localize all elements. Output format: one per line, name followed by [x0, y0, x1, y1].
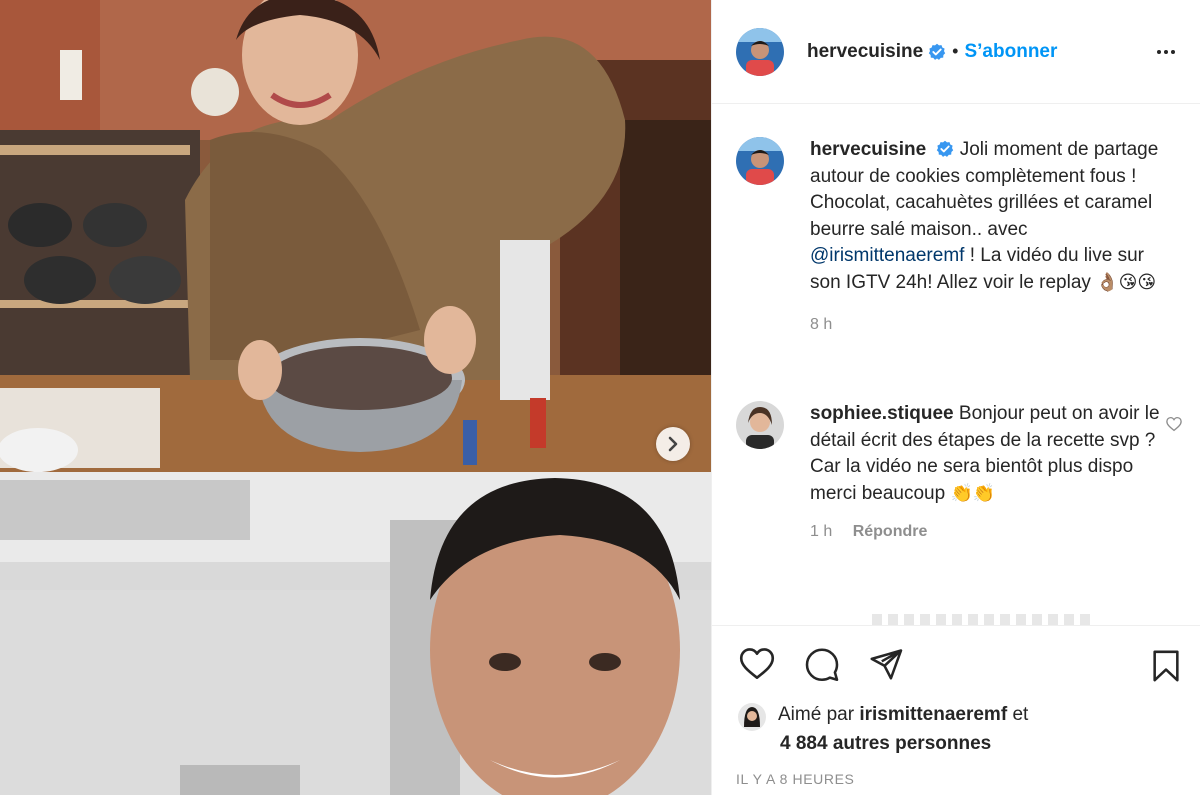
post-sidebar: hervecuisine • S’abonner hervecuisine Jo… [711, 0, 1200, 795]
follow-button[interactable]: S’abonner [964, 41, 1057, 63]
post-actions: Aimé par irismittenaeremf et 4 884 autre… [712, 625, 1200, 795]
verified-badge-icon [928, 43, 946, 60]
comment-item: sophiee.stiquee Bonjour peut on avoir le… [736, 401, 1182, 541]
comment-bubble-icon[interactable] [804, 646, 840, 682]
liker-avatar[interactable] [738, 703, 766, 731]
action-buttons [738, 646, 904, 682]
commenter-username[interactable]: sophiee.stiquee [810, 403, 954, 424]
caption-emojis: 👌🏽😘😘 [1096, 271, 1157, 293]
post-media[interactable] [0, 0, 711, 795]
likes-line: Aimé par irismittenaeremf et [778, 700, 1028, 729]
header-separator: • [952, 41, 959, 61]
like-heart-icon[interactable] [738, 646, 776, 680]
author-avatar[interactable] [736, 27, 784, 76]
load-more-comments-fade[interactable] [872, 614, 1092, 625]
liked-by-prefix: Aimé par [778, 704, 855, 725]
commenter-avatar[interactable] [736, 401, 784, 449]
comments-list[interactable]: hervecuisine Joli moment de partage auto… [712, 105, 1200, 625]
likes-summary: Aimé par irismittenaeremf et 4 884 autre… [738, 700, 1028, 758]
more-options-button[interactable] [1154, 40, 1178, 64]
more-dot [1157, 50, 1161, 54]
caption-mention-link[interactable]: @irismittenaeremf [810, 245, 964, 266]
caption-age[interactable]: 8 h [810, 316, 832, 333]
post-timestamp[interactable]: IL Y A 8 HEURES [736, 771, 854, 787]
save-bookmark-icon[interactable] [1149, 648, 1183, 684]
chevron-right-icon [668, 436, 678, 452]
comment-age[interactable]: 1 h [810, 523, 832, 540]
liked-by-joiner: et [1012, 704, 1029, 725]
like-comment-heart-icon[interactable] [1165, 415, 1183, 433]
more-dot [1171, 50, 1175, 54]
post-header: hervecuisine • S’abonner [712, 0, 1200, 104]
next-slide-button[interactable] [656, 427, 690, 461]
post-caption: hervecuisine Joli moment de partage auto… [736, 137, 1176, 334]
caption-author-avatar[interactable] [736, 137, 784, 185]
comment-text: sophiee.stiquee Bonjour peut on avoir le… [810, 401, 1176, 507]
share-paper-plane-icon[interactable] [868, 646, 904, 682]
likes-count[interactable]: 4 884 autres personnes [780, 729, 1028, 758]
comment-meta: 1 h Répondre [810, 523, 1176, 541]
liker-username[interactable]: irismittenaeremf [859, 704, 1007, 725]
verified-badge-icon [937, 140, 954, 157]
author-username[interactable]: hervecuisine [807, 41, 923, 63]
comment-emojis: 👏👏 [950, 482, 996, 504]
caption-username[interactable]: hervecuisine [810, 139, 926, 160]
video-frame [0, 0, 711, 795]
more-dot [1164, 50, 1168, 54]
caption-text: hervecuisine Joli moment de partage auto… [810, 137, 1176, 296]
reply-button[interactable]: Répondre [853, 523, 928, 540]
caption-meta: 8 h [810, 316, 1176, 334]
